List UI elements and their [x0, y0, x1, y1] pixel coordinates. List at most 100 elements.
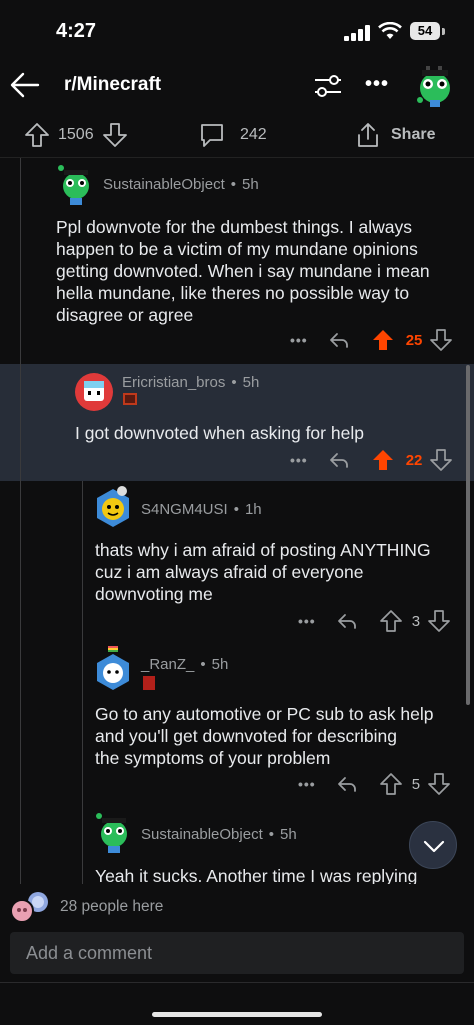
more-icon[interactable]: ••• — [290, 332, 308, 348]
share-label: Share — [391, 126, 436, 143]
post-upvote-count: 1506 — [58, 126, 94, 143]
share-icon — [358, 123, 378, 147]
reply-icon[interactable] — [336, 773, 358, 795]
user-avatar[interactable] — [94, 485, 132, 531]
share-button[interactable]: Share — [354, 122, 435, 148]
comment-body: thats why i am afraid of posting ANYTHIN… — [95, 539, 431, 605]
comment-header: _RanZ_ • 5h — [141, 656, 228, 673]
status-time: 4:27 — [56, 20, 97, 42]
comment-score: 5 — [411, 775, 421, 793]
comment-time: 5h — [211, 656, 229, 673]
comment-header: SustainableObject • 5h — [141, 826, 297, 843]
divider — [0, 982, 474, 983]
presence-text: 28 people here — [60, 898, 164, 915]
comment-item-highlighted: Ericristian_bros • 5h I got downvoted wh… — [0, 364, 474, 481]
reply-icon[interactable] — [328, 329, 350, 351]
downvote-icon[interactable] — [430, 449, 453, 471]
downvote-icon[interactable] — [428, 773, 450, 795]
comment-line: thats why i am afraid of posting ANYTHIN… — [95, 540, 431, 560]
more-icon[interactable]: ••• — [362, 70, 392, 100]
comment-time: 5h — [242, 176, 259, 193]
comment-username[interactable]: _RanZ_ — [141, 656, 194, 673]
user-avatar[interactable] — [74, 372, 114, 412]
presence-avatars — [10, 892, 48, 923]
comment-line: Ppl downvote for the dumbest things. I a… — [56, 217, 413, 237]
comment-line: the symptoms of your problem — [95, 748, 331, 768]
downvote-icon[interactable] — [430, 329, 453, 351]
more-icon[interactable]: ••• — [298, 613, 316, 629]
comment-header: SustainableObject • 5h — [103, 176, 259, 193]
vote-group: 1506 — [24, 122, 128, 148]
comment-time: 5h — [242, 374, 260, 391]
user-avatar[interactable] — [56, 164, 96, 206]
reply-icon[interactable] — [336, 610, 358, 632]
comment-item: SustainableObject • 5h Ppl downvote for … — [0, 158, 474, 364]
comment-item: SustainableObject • 5h Yeah it sucks. An… — [0, 806, 474, 884]
upvote-icon[interactable] — [24, 122, 50, 148]
comment-username[interactable]: S4NGM4USI — [141, 501, 228, 518]
comment-item: _RanZ_ • 5h Go to any automotive or PC s… — [0, 646, 474, 806]
nav-bar: r/Minecraft ••• — [0, 60, 474, 112]
thread-line — [20, 806, 21, 884]
separator-dot: • — [230, 176, 237, 193]
comment-score: 22 — [405, 451, 423, 469]
separator-dot: • — [233, 501, 239, 518]
comment-time: 1h — [244, 501, 262, 518]
comment-username[interactable]: SustainableObject — [103, 176, 225, 193]
comment-line: downvoting me — [95, 584, 213, 604]
battery-icon: 54 — [410, 22, 440, 40]
downvote-icon[interactable] — [102, 122, 128, 148]
user-avatar[interactable] — [94, 646, 132, 692]
cellular-signal-icon — [344, 25, 370, 41]
comment-line: happen to be a victim of my mundane opin… — [56, 239, 418, 259]
next-comment-button[interactable] — [409, 821, 457, 869]
comment-item: S4NGM4USI • 1h thats why i am afraid of … — [0, 481, 474, 646]
comment-body: Ppl downvote for the dumbest things. I a… — [56, 216, 430, 326]
more-icon[interactable]: ••• — [298, 776, 316, 792]
comment-actions: ••• 25 — [290, 327, 453, 353]
scrollbar[interactable] — [466, 365, 470, 705]
thread-line — [20, 364, 21, 481]
comment-username[interactable]: SustainableObject — [141, 826, 263, 843]
post-comments-button[interactable]: 242 — [198, 122, 267, 148]
comment-line: Yeah it sucks. Another time I was replyi… — [95, 866, 418, 884]
comment-score: 3 — [411, 612, 421, 630]
status-bar: 4:27 54 — [0, 0, 474, 60]
upvote-icon[interactable] — [372, 449, 394, 471]
upvote-icon[interactable] — [379, 773, 402, 795]
back-arrow-icon[interactable] — [8, 68, 42, 102]
comment-body: Yeah it sucks. Another time I was replyi… — [95, 865, 417, 884]
thread-line — [82, 481, 83, 646]
post-action-bar: 1506 242 Share — [0, 112, 474, 158]
post-comment-count: 242 — [240, 126, 267, 143]
comment-username[interactable]: Ericristian_bros — [122, 374, 225, 391]
home-indicator[interactable] — [152, 1012, 322, 1017]
comment-line: I got downvoted when asking for help — [75, 423, 364, 443]
comment-line: getting downvoted. When i say mundane i … — [56, 261, 430, 281]
subreddit-title[interactable]: r/Minecraft — [64, 74, 161, 96]
upvote-icon[interactable] — [379, 610, 402, 632]
reply-icon[interactable] — [328, 449, 350, 471]
presence-indicator: 28 people here — [10, 890, 163, 924]
filter-icon[interactable] — [312, 70, 344, 102]
separator-dot: • — [231, 374, 237, 391]
comment-body: I got downvoted when asking for help — [75, 422, 364, 444]
comment-actions: ••• 22 — [290, 447, 453, 473]
comment-input[interactable]: Add a comment — [10, 932, 464, 974]
wifi-icon — [378, 22, 402, 39]
thread-line — [82, 806, 83, 884]
comment-line: disagree or agree — [56, 305, 194, 325]
chevron-down-icon — [423, 840, 445, 853]
upvote-icon[interactable] — [372, 329, 394, 351]
thread-line — [20, 481, 21, 646]
user-avatar[interactable] — [94, 812, 134, 854]
downvote-icon[interactable] — [428, 610, 450, 632]
thread-line — [20, 158, 21, 364]
comment-time: 5h — [280, 826, 297, 843]
comment-actions: ••• 5 — [298, 771, 450, 797]
battery-cap — [442, 28, 445, 35]
more-icon[interactable]: ••• — [290, 452, 308, 468]
user-avatar[interactable] — [414, 64, 456, 108]
flair-badge — [123, 393, 137, 405]
comment-header: Ericristian_bros • 5h — [122, 374, 259, 391]
